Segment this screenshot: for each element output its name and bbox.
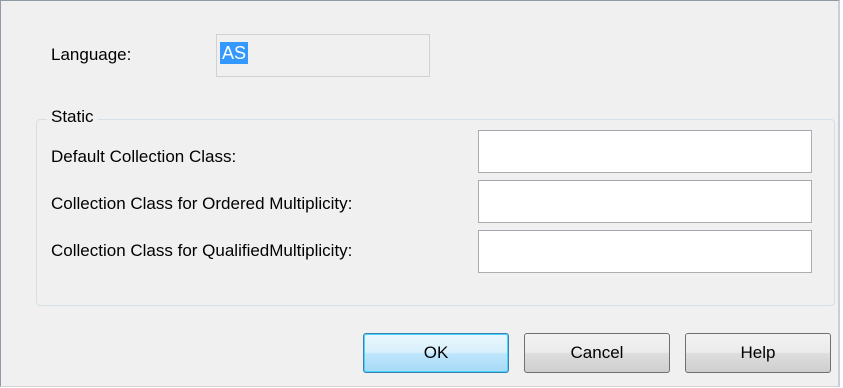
language-value[interactable]: AS xyxy=(220,42,249,64)
qualified-multiplicity-label: Collection Class for QualifiedMultiplici… xyxy=(51,241,353,260)
default-collection-class-input[interactable] xyxy=(478,130,812,173)
help-button[interactable]: Help xyxy=(685,333,831,373)
ordered-multiplicity-input[interactable] xyxy=(478,180,812,223)
static-group-title: Static xyxy=(47,107,98,127)
language-label: Language: xyxy=(51,45,132,64)
cancel-button[interactable]: Cancel xyxy=(524,333,670,373)
default-collection-class-label: Default Collection Class: xyxy=(51,147,237,166)
qualified-multiplicity-input[interactable] xyxy=(478,230,812,273)
ok-button[interactable]: OK xyxy=(363,333,509,373)
language-field[interactable]: AS xyxy=(216,34,430,77)
ordered-multiplicity-label: Collection Class for Ordered Multiplicit… xyxy=(51,194,353,213)
collection-classes-dialog: Language: AS Static Default Collection C… xyxy=(0,0,840,387)
